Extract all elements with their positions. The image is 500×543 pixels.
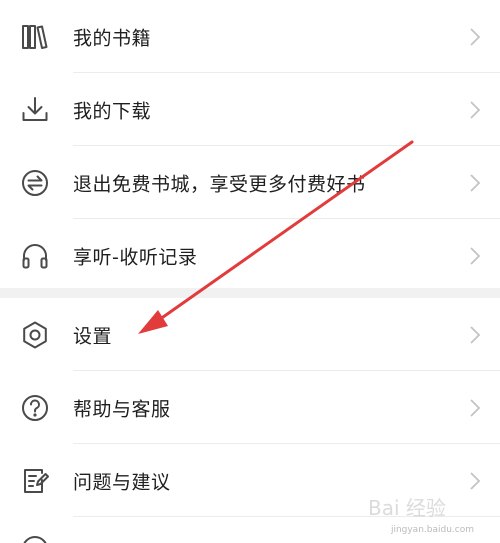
- chevron-right-icon: [468, 397, 482, 419]
- menu-item-label: 问题与建议: [73, 471, 171, 493]
- watermark-text: Bai 经验: [368, 496, 446, 520]
- menu-item-help-support[interactable]: 帮助与客服: [0, 371, 500, 444]
- menu-item-my-books[interactable]: 我的书籍: [0, 0, 500, 73]
- menu-item-settings[interactable]: 设置: [0, 298, 500, 371]
- chevron-right-icon: [468, 324, 482, 346]
- chevron-right-icon: [468, 172, 482, 194]
- section-separator: [0, 288, 500, 298]
- chevron-right-icon: [468, 245, 482, 267]
- help-icon: [19, 392, 51, 424]
- menu-item-label: 我的下载: [73, 100, 152, 122]
- books-icon: [19, 21, 51, 53]
- menu-item-label: 退出免费书城，享受更多付费好书: [73, 173, 366, 195]
- menu-group-support: 设置 帮助与客服 问题与建议: [0, 298, 500, 517]
- chevron-right-icon: [468, 470, 482, 492]
- feedback-icon: [19, 465, 51, 497]
- download-icon: [19, 94, 51, 126]
- watermark-logo: Bai 经验: [368, 493, 476, 523]
- switch-icon: [19, 167, 51, 199]
- menu-item-exit-free-mode[interactable]: 退出免费书城，享受更多付费好书: [0, 146, 500, 219]
- headphones-icon: [19, 240, 51, 272]
- menu-item-label: 享听-收听记录: [73, 246, 198, 268]
- menu-item-listening-history[interactable]: 享听-收听记录: [0, 219, 500, 292]
- chevron-right-icon: [468, 26, 482, 48]
- menu-item-label: 我的书籍: [73, 27, 152, 49]
- watermark-url: jingyan.baidu.com: [390, 525, 474, 535]
- partial-menu-icon: [19, 533, 51, 543]
- gear-icon: [19, 319, 51, 351]
- menu-item-label: 帮助与客服: [73, 398, 171, 420]
- menu-item-my-downloads[interactable]: 我的下载: [0, 73, 500, 146]
- menu-item-label: 设置: [73, 325, 113, 347]
- menu-group-library: 我的书籍 我的下载 退出免费书城，享受更多付费好书 享听-收听记录: [0, 0, 500, 292]
- chevron-right-icon: [468, 99, 482, 121]
